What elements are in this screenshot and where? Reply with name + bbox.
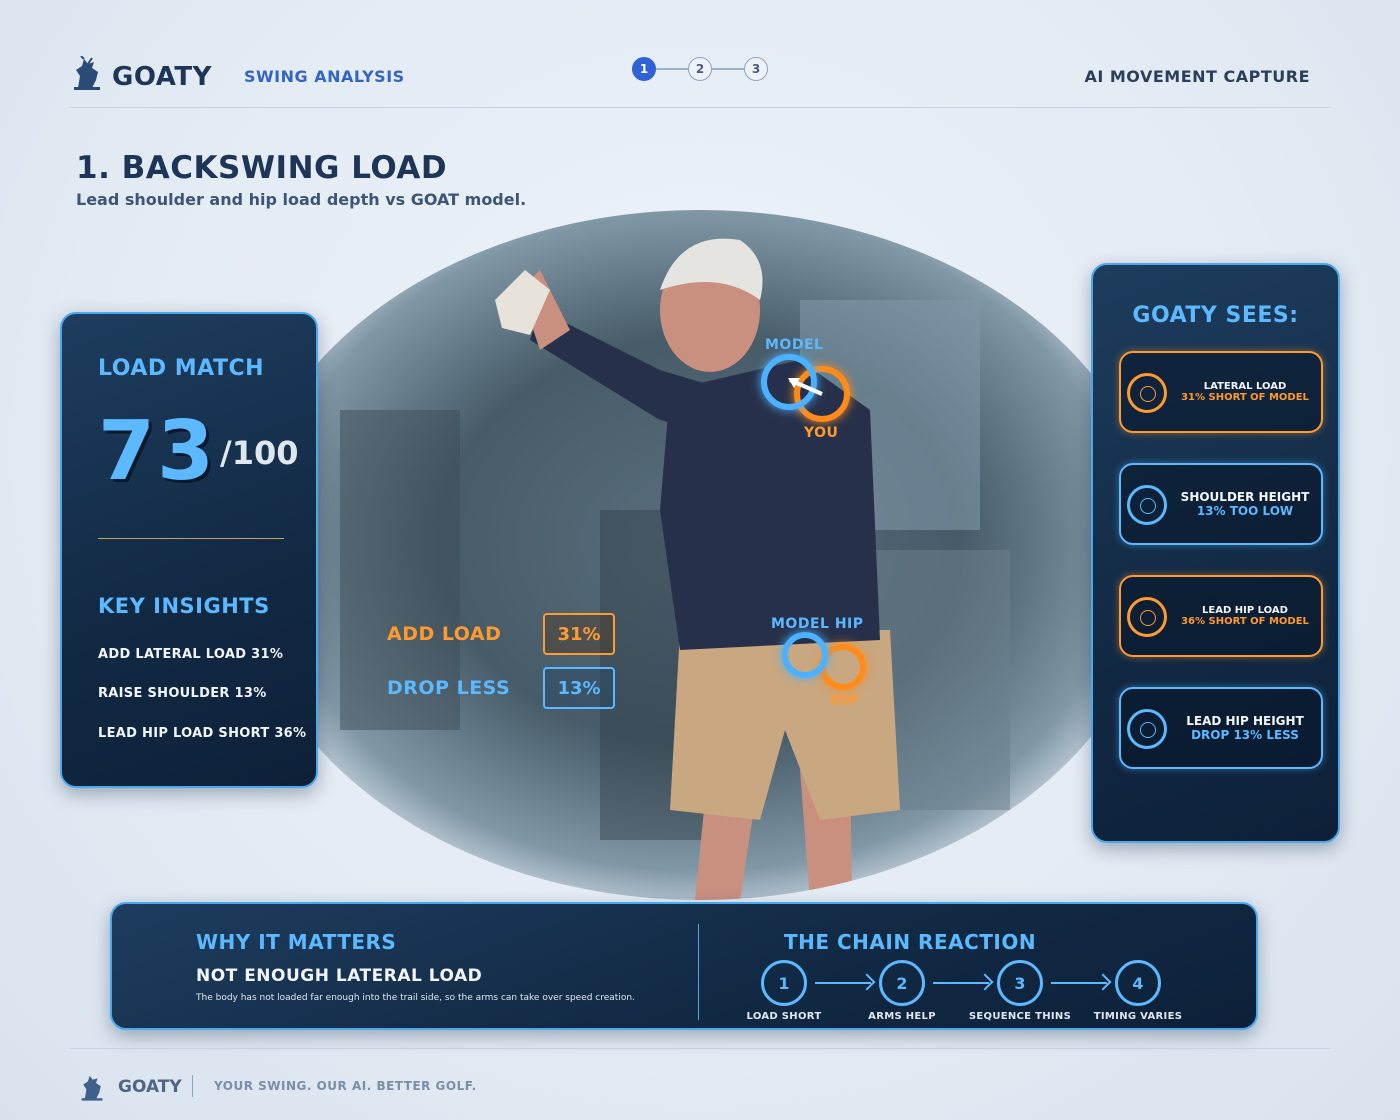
goaty-sees-card: GOATY SEES: LATERAL LOAD 31% SHORT OF MO… <box>1091 263 1340 843</box>
swing-photo <box>240 210 1160 900</box>
sees-item-lateral-load[interactable]: LATERAL LOAD 31% SHORT OF MODEL <box>1119 351 1323 433</box>
goat-logo-icon <box>81 1075 103 1101</box>
sees-item-shoulder-height[interactable]: SHOULDER HEIGHT 13% TOO LOW <box>1119 463 1323 545</box>
metric-label: DROP LESS <box>387 677 511 699</box>
brand-name: GOATY <box>112 62 212 92</box>
step-2[interactable]: 2 <box>688 57 712 81</box>
load-match-title: LOAD MATCH <box>98 356 265 381</box>
chain-step-label: TIMING VARIES <box>1093 1011 1183 1022</box>
sees-item-label: SHOULDER HEIGHT <box>1180 490 1310 504</box>
divider <box>98 538 284 539</box>
metric-value: 31% <box>543 613 615 655</box>
footer: GOATY YOUR SWING. OUR AI. BETTER GOLF. <box>70 1048 1330 1120</box>
footer-brand: GOATY <box>118 1077 182 1097</box>
step-indicator: 1 2 3 <box>632 57 768 81</box>
key-insights-title: KEY INSIGHTS <box>98 594 270 618</box>
capture-label: AI MOVEMENT CAPTURE <box>1084 67 1310 86</box>
chain-arrow-icon <box>1051 982 1107 984</box>
goaty-sees-title: GOATY SEES: <box>1132 303 1299 328</box>
metric-add-load: ADD LOAD 31% <box>387 613 615 655</box>
divider <box>698 924 699 1020</box>
chain-arrow-icon <box>933 982 989 984</box>
chain-step-label: LOAD SHORT <box>746 1011 822 1022</box>
chain-step-label: SEQUENCE THINS <box>968 1011 1072 1022</box>
sees-item-label: LATERAL LOAD <box>1203 381 1287 392</box>
metric-value: 13% <box>543 667 615 709</box>
goat-logo-icon <box>74 56 100 90</box>
chain-step-4: 4 <box>1115 960 1161 1006</box>
step-connector <box>712 68 744 70</box>
load-match-score: 73 <box>98 404 217 499</box>
insight-item: ADD LATERAL LOAD 31% <box>98 647 284 662</box>
load-match-max: /100 <box>220 434 299 472</box>
target-icon <box>1127 485 1167 525</box>
why-headline: NOT ENOUGH LATERAL LOAD <box>196 966 483 986</box>
target-icon <box>1127 373 1167 413</box>
sees-item-lead-hip-load[interactable]: LEAD HIP LOAD 36% SHORT OF MODEL <box>1119 575 1323 657</box>
page-subtitle: Lead shoulder and hip load depth vs GOAT… <box>76 190 527 209</box>
chain-step-3: 3 <box>997 960 1043 1006</box>
chain-arrow-icon <box>815 982 871 984</box>
why-title: WHY IT MATTERS <box>196 930 397 954</box>
metric-label: ADD LOAD <box>387 623 502 645</box>
hip-you-label: HIP <box>830 693 859 709</box>
sees-item-detail: 31% SHORT OF MODEL <box>1181 392 1309 403</box>
golfer-figure <box>340 238 1010 900</box>
chain-step-1: 1 <box>761 960 807 1006</box>
sees-item-label: LEAD HIP LOAD <box>1202 605 1288 616</box>
chain-step-2: 2 <box>879 960 925 1006</box>
target-icon <box>1127 709 1167 749</box>
sees-item-label: LEAD HIP HEIGHT <box>1186 714 1304 728</box>
shoulder-direction-arrow <box>788 378 823 396</box>
divider <box>192 1075 193 1097</box>
step-connector <box>656 68 688 70</box>
step-1[interactable]: 1 <box>632 57 656 81</box>
insight-item: LEAD HIP LOAD SHORT 36% <box>98 726 307 741</box>
sees-item-detail: DROP 13% LESS <box>1191 728 1299 742</box>
page-title: 1. BACKSWING LOAD <box>76 150 448 186</box>
hip-model-ring <box>782 632 828 678</box>
hip-model-label: MODEL HIP <box>771 616 864 632</box>
insight-item: RAISE SHOULDER 13% <box>98 686 267 701</box>
target-icon <box>1127 597 1167 637</box>
why-body: The body has not loaded far enough into … <box>196 993 635 1003</box>
sees-item-detail: 13% TOO LOW <box>1196 504 1294 518</box>
shoulder-you-label: YOU <box>804 425 839 441</box>
why-it-matters-banner: WHY IT MATTERS NOT ENOUGH LATERAL LOAD T… <box>110 902 1258 1030</box>
shoulder-model-label: MODEL <box>765 337 824 353</box>
sees-item-detail: 36% SHORT OF MODEL <box>1181 616 1309 627</box>
sees-item-lead-hip-height[interactable]: LEAD HIP HEIGHT DROP 13% LESS <box>1119 687 1323 769</box>
chain-step-label: ARMS HELP <box>868 1011 936 1022</box>
footer-tagline: YOUR SWING. OUR AI. BETTER GOLF. <box>214 1079 477 1093</box>
load-match-card: LOAD MATCH 73 /100 KEY INSIGHTS ADD LATE… <box>60 312 318 788</box>
header: GOATY SWING ANALYSIS 1 2 3 AI MOVEMENT C… <box>70 50 1330 108</box>
chain-title: THE CHAIN REACTION <box>784 930 1037 954</box>
tab-swing-analysis[interactable]: SWING ANALYSIS <box>244 67 405 86</box>
metric-drop-less: DROP LESS 13% <box>387 667 615 709</box>
step-3[interactable]: 3 <box>744 57 768 81</box>
